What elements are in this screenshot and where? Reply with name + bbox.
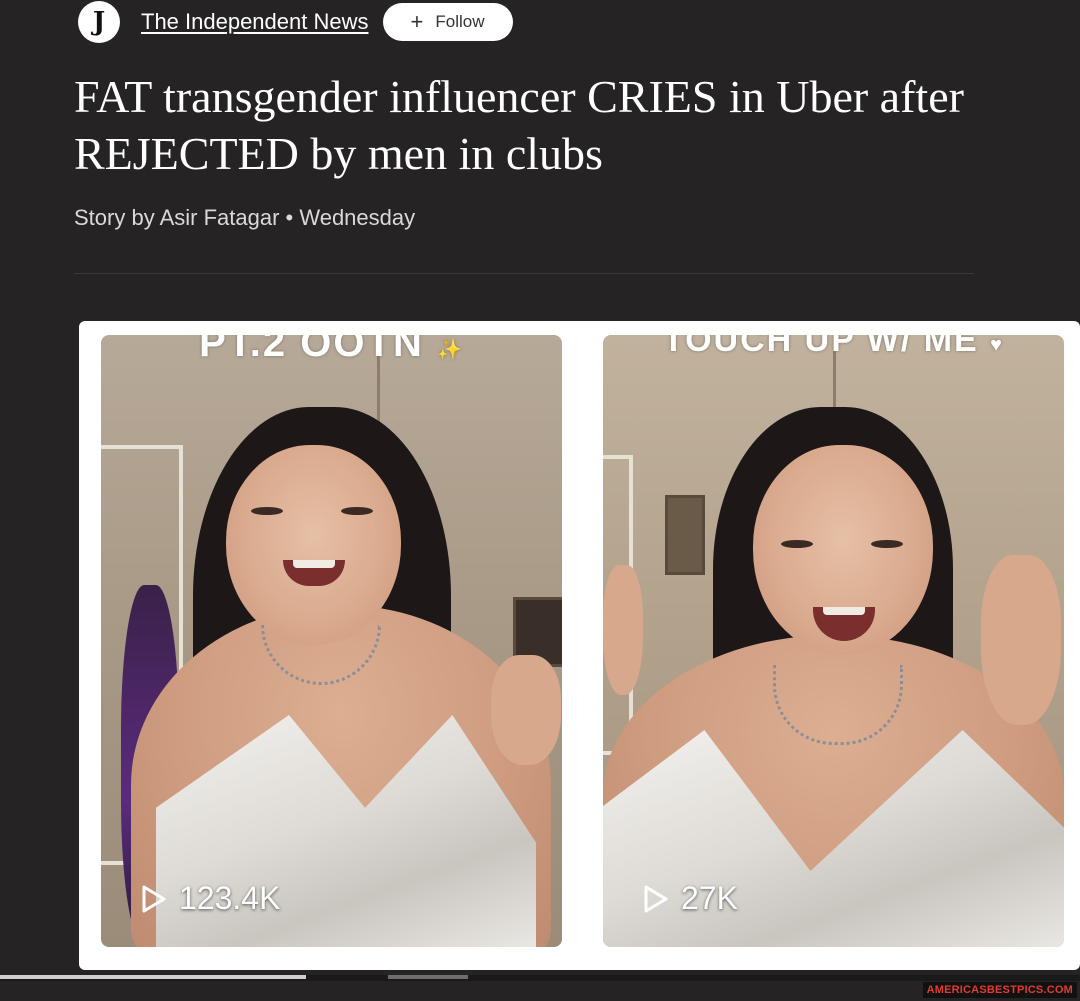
sparkle-icon: ✨ xyxy=(436,339,464,361)
publisher-name-link[interactable]: The Independent News xyxy=(141,9,369,35)
video-caption-2: TOUCH UP W/ ME ♥ xyxy=(662,335,1005,359)
divider xyxy=(74,273,974,274)
right-eye xyxy=(871,540,903,548)
article-byline: Story by Asir Fatagar • Wednesday xyxy=(74,205,416,230)
play-icon xyxy=(141,884,167,914)
publisher-logo[interactable]: J xyxy=(78,1,120,43)
heart-icon: ♥ xyxy=(990,335,1005,356)
video-thumbnail-2[interactable]: TOUCH UP W/ ME ♥ 27K xyxy=(603,335,1064,947)
view-count-2: 27K xyxy=(643,880,738,917)
plus-icon: + xyxy=(410,9,424,34)
hand xyxy=(491,655,561,765)
follow-button[interactable]: + Follow xyxy=(382,3,513,41)
scrollbar-thumb[interactable] xyxy=(0,975,306,979)
view-count-value: 123.4K xyxy=(179,880,281,916)
right-eye xyxy=(341,507,373,515)
article-page: J The Independent News + Follow FAT tran… xyxy=(0,0,1080,1001)
watermark: AMERICASBESTPICS.COM xyxy=(922,982,1077,998)
right-hand xyxy=(981,555,1061,725)
headline-line-2: REJECTED by men in clubs xyxy=(74,128,603,179)
play-icon xyxy=(643,884,669,914)
publisher-row: J The Independent News + Follow xyxy=(78,0,513,44)
media-card: PT.2 OOTN ✨ 123.4K TOUCH UP W/ ME ♥ 27K xyxy=(79,321,1080,970)
left-eye xyxy=(251,507,283,515)
view-count-value: 27K xyxy=(681,880,738,916)
video-thumbnail-1[interactable]: PT.2 OOTN ✨ 123.4K xyxy=(101,335,562,947)
face xyxy=(226,445,401,645)
headline-line-1: FAT transgender influencer CRIES in Uber… xyxy=(74,71,964,122)
follow-label: Follow xyxy=(435,12,485,31)
left-hand xyxy=(603,565,643,695)
publisher-logo-letter: J xyxy=(92,7,106,37)
article-headline: FAT transgender influencer CRIES in Uber… xyxy=(74,68,1034,182)
video-caption-1: PT.2 OOTN ✨ xyxy=(199,335,464,365)
view-count-1: 123.4K xyxy=(141,880,280,917)
left-eye xyxy=(781,540,813,548)
wall-picture xyxy=(665,495,705,575)
scrollbar-segment xyxy=(388,975,468,979)
